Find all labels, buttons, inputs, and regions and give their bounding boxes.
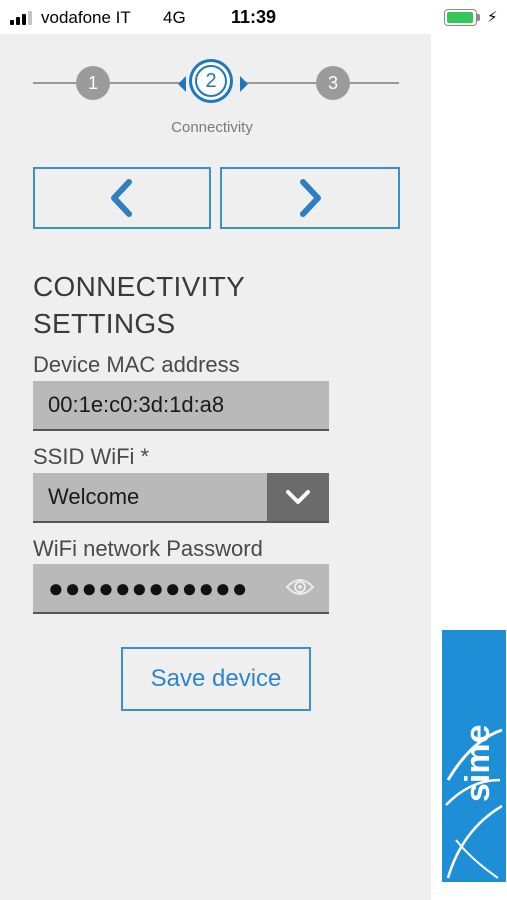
password-field[interactable]: ●●●●●●●●●●●● xyxy=(33,564,329,614)
section-heading: CONNECTIVITY SETTINGS xyxy=(33,268,333,342)
step-label: Connectivity xyxy=(171,119,253,136)
sime-logo-icon: sime xyxy=(445,725,503,879)
heading-line-2: SETTINGS xyxy=(33,308,176,339)
step-2[interactable]: 2 xyxy=(195,65,227,97)
next-button[interactable] xyxy=(220,167,400,229)
ssid-select[interactable]: Welcome xyxy=(33,473,329,523)
battery-icon xyxy=(444,9,480,26)
step-indicator-left-arrow xyxy=(178,76,186,92)
heading-line-1: CONNECTIVITY xyxy=(33,271,246,302)
step-3[interactable]: 3 xyxy=(316,66,350,100)
save-device-button[interactable]: Save device xyxy=(121,647,311,711)
mac-address-value: 00:1e:c0:3d:1d:a8 xyxy=(48,392,225,417)
eye-icon[interactable] xyxy=(285,577,315,597)
previous-button[interactable] xyxy=(33,167,211,229)
status-time: 11:39 xyxy=(231,7,277,27)
svg-text:sime: sime xyxy=(459,725,497,803)
ssid-dropdown-button[interactable] xyxy=(267,473,329,521)
network-type: 4G xyxy=(163,8,186,27)
step-indicator-right-arrow xyxy=(240,76,248,92)
ssid-selected-value: Welcome xyxy=(48,484,140,509)
password-value: ●●●●●●●●●●●● xyxy=(48,573,249,603)
carrier-name: vodafone IT xyxy=(41,8,131,27)
mac-address-label: Device MAC address xyxy=(33,352,240,377)
status-bar: vodafone IT 4G 11:39 ⚡︎ xyxy=(0,0,507,34)
step-1[interactable]: 1 xyxy=(76,66,110,100)
ssid-label: SSID WiFi * xyxy=(33,444,150,469)
sime-logo: sime xyxy=(442,630,506,882)
mac-address-field[interactable]: 00:1e:c0:3d:1d:a8 xyxy=(33,381,329,431)
charging-icon: ⚡︎ xyxy=(487,9,498,26)
chevron-down-icon xyxy=(286,490,310,504)
password-label: WiFi network Password xyxy=(33,536,263,561)
chevron-left-icon xyxy=(111,179,132,217)
chevron-right-icon xyxy=(300,179,321,217)
signal-strength-icon xyxy=(10,11,38,25)
